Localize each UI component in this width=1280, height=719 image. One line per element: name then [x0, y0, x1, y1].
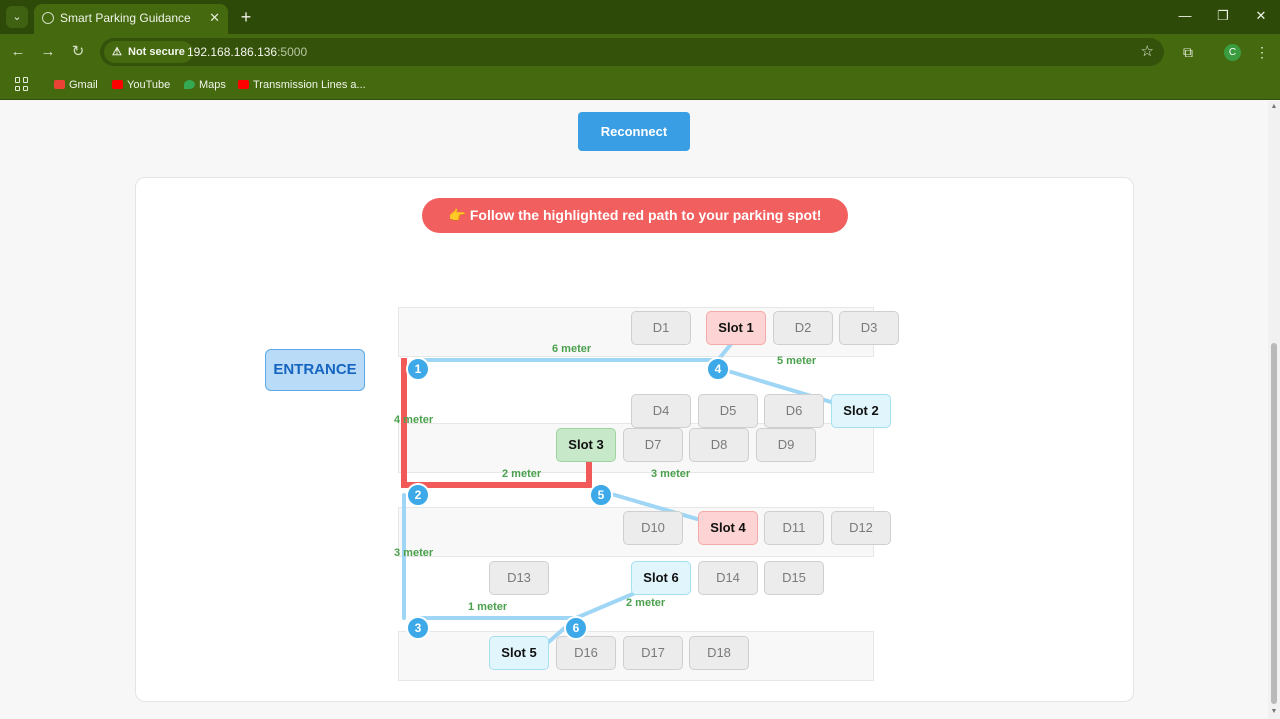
more-menu-icon[interactable]: ⋮ [1252, 42, 1272, 62]
bookmark-label: Maps [199, 79, 226, 91]
slot-d2[interactable]: D2 [773, 311, 833, 345]
gmail-icon [54, 80, 65, 89]
bookmark-transmission-lines[interactable]: Transmission Lines a... [238, 76, 366, 94]
bookmark-label: Gmail [69, 79, 98, 91]
reload-icon[interactable]: ↻ [67, 41, 89, 63]
slot-d16[interactable]: D16 [556, 636, 616, 670]
globe-icon [42, 12, 54, 24]
distance-label: 2 meter [626, 597, 666, 609]
path-node-6: 6 [564, 616, 588, 640]
bookmark-maps[interactable]: Maps [184, 76, 226, 94]
slot-3[interactable]: Slot 3 [556, 428, 616, 462]
guidance-banner: 👉 Follow the highlighted red path to you… [422, 198, 848, 233]
maps-icon [184, 80, 195, 89]
active-tab[interactable]: Smart Parking Guidance System ✕ [34, 4, 228, 53]
bookmark-star-icon[interactable]: ☆ [1141, 38, 1154, 66]
scrollbar-thumb[interactable] [1271, 343, 1277, 704]
restore-button[interactable]: ❐ [1204, 0, 1242, 34]
close-window-button[interactable]: ✕ [1242, 0, 1280, 34]
slot-d4[interactable]: D4 [631, 394, 691, 428]
slot-d1[interactable]: D1 [631, 311, 691, 345]
parking-map-card: 👉 Follow the highlighted red path to you… [135, 177, 1134, 702]
scroll-down-icon[interactable]: ▼ [1270, 708, 1278, 715]
bookmark-label: YouTube [127, 79, 171, 91]
path-node-1: 1 [406, 357, 430, 381]
forward-icon[interactable]: → [37, 41, 59, 63]
address-bar[interactable]: ⚠ Not secure 192.168.186.136:5000 ☆ [100, 38, 1164, 66]
bookmark-gmail[interactable]: Gmail [54, 76, 98, 94]
slot-d14[interactable]: D14 [698, 561, 758, 595]
slot-5[interactable]: Slot 5 [489, 636, 549, 670]
apps-grid-icon[interactable] [15, 77, 29, 91]
url-host: 192.168.186.136 [187, 45, 278, 59]
close-tab-icon[interactable]: ✕ [209, 4, 220, 32]
security-label: Not secure [128, 46, 185, 58]
entrance-label: ENTRANCE [265, 349, 365, 391]
slot-d6[interactable]: D6 [764, 394, 824, 428]
back-icon[interactable]: ← [7, 41, 29, 63]
reconnect-button[interactable]: Reconnect [578, 112, 690, 151]
slot-d12[interactable]: D12 [831, 511, 891, 545]
slot-d7[interactable]: D7 [623, 428, 683, 462]
slot-d18[interactable]: D18 [689, 636, 749, 670]
path-node-3: 3 [406, 616, 430, 640]
extensions-icon[interactable]: ⧉ [1178, 42, 1198, 62]
profile-avatar[interactable]: C [1224, 44, 1241, 61]
youtube-icon [112, 80, 123, 89]
distance-label: 2 meter [502, 468, 542, 480]
slot-d8[interactable]: D8 [689, 428, 749, 462]
page-scrollbar[interactable]: ▲ ▼ [1268, 101, 1280, 719]
slot-d3[interactable]: D3 [839, 311, 899, 345]
youtube-icon [238, 80, 249, 89]
distance-label: 3 meter [651, 468, 691, 480]
slot-2[interactable]: Slot 2 [831, 394, 891, 428]
distance-label: 5 meter [777, 355, 817, 367]
slot-1[interactable]: Slot 1 [706, 311, 766, 345]
browser-toolbar: ← → ↻ ⚠ Not secure 192.168.186.136:5000 … [0, 34, 1280, 70]
url-text[interactable]: 192.168.186.136:5000 [187, 38, 307, 66]
path-node-5: 5 [589, 483, 613, 507]
new-tab-button[interactable]: + [236, 6, 256, 28]
distance-label: 3 meter [394, 547, 434, 559]
slot-d5[interactable]: D5 [698, 394, 758, 428]
slot-d15[interactable]: D15 [764, 561, 824, 595]
page-viewport: Reconnect 👉 Follow the highlighted red p… [0, 101, 1268, 719]
path-node-2: 2 [406, 483, 430, 507]
distance-label: 6 meter [552, 343, 592, 355]
slot-d13[interactable]: D13 [489, 561, 549, 595]
slot-d10[interactable]: D10 [623, 511, 683, 545]
slot-d9[interactable]: D9 [756, 428, 816, 462]
tab-search-button[interactable]: ⌄ [6, 6, 28, 28]
tab-strip: ⌄ Smart Parking Guidance System ✕ + — ❐ … [0, 0, 1280, 53]
warning-icon: ⚠ [112, 46, 122, 58]
slot-6[interactable]: Slot 6 [631, 561, 691, 595]
slot-d17[interactable]: D17 [623, 636, 683, 670]
security-chip[interactable]: ⚠ Not secure [104, 41, 193, 63]
bookmark-youtube[interactable]: YouTube [112, 76, 170, 94]
scroll-up-icon[interactable]: ▲ [1270, 103, 1278, 110]
url-port: :5000 [277, 45, 308, 59]
path-node-4: 4 [706, 357, 730, 381]
slot-d11[interactable]: D11 [764, 511, 824, 545]
minimize-button[interactable]: — [1166, 0, 1204, 34]
distance-label: 4 meter [394, 414, 434, 426]
bookmark-label: Transmission Lines a... [253, 79, 366, 91]
distance-label: 1 meter [468, 601, 508, 613]
slot-4[interactable]: Slot 4 [698, 511, 758, 545]
